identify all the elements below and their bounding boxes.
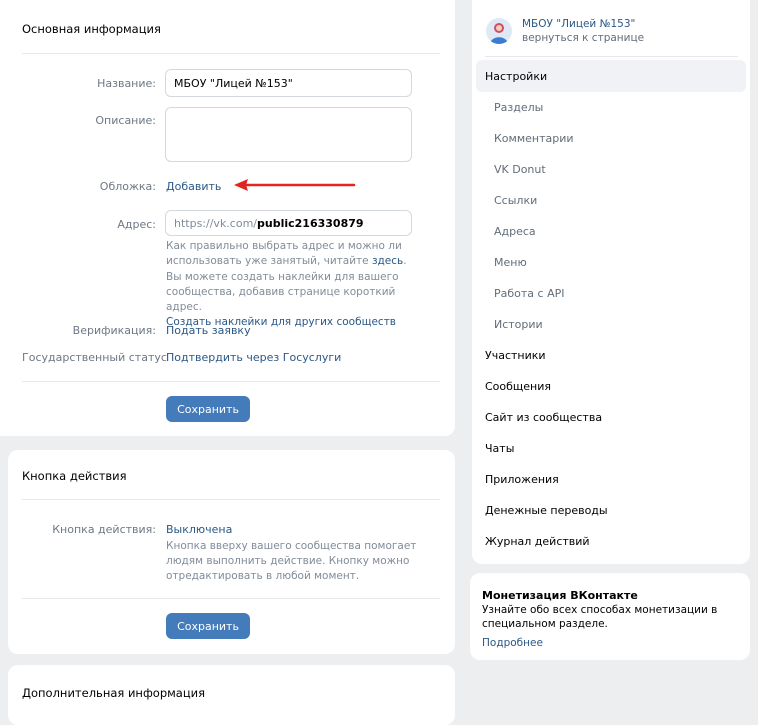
stickers-hint-text: Вы можете создать наклейки для вашего со… [166, 271, 399, 313]
address-input[interactable]: https://vk.com/public216330879 [165, 210, 412, 236]
save-action-button[interactable]: Сохранить [166, 613, 250, 639]
nav-subitem-stories[interactable]: Истории [494, 318, 543, 331]
nav-subitem-vk-donut[interactable]: VK Donut [494, 163, 546, 176]
nav-subitem-comments[interactable]: Комментарии [494, 132, 574, 145]
avatar[interactable] [486, 18, 512, 44]
name-label: Название: [97, 77, 156, 90]
cover-label: Обложка: [99, 180, 156, 193]
verification-link[interactable]: Подать заявку [166, 324, 251, 337]
action-button-title: Кнопка действия [22, 469, 127, 483]
name-input[interactable]: МБОУ "Лицей №153" [165, 69, 412, 97]
address-prefix: https://vk.com/ [174, 216, 258, 230]
stickers-hint: Вы можете создать наклейки для вашего со… [166, 270, 424, 330]
address-label: Адрес: [117, 218, 156, 231]
name-input-value: МБОУ "Лицей №153" [174, 76, 293, 90]
action-button-toggle-link[interactable]: Выключена [166, 523, 232, 536]
main-info-title: Основная информация [22, 22, 161, 36]
divider [22, 598, 440, 599]
address-hint: Как правильно выбрать адрес и можно ли и… [166, 240, 407, 267]
monetization-title: Монетизация ВКонтакте [482, 589, 638, 602]
divider [485, 56, 738, 57]
nav-subitem-sections[interactable]: Разделы [494, 101, 543, 114]
gov-status-label: Государственный статус [22, 351, 167, 364]
verification-label: Верификация: [72, 324, 156, 337]
nav-item-apps[interactable]: Приложения [485, 473, 559, 486]
monetization-more-link[interactable]: Подробнее [482, 637, 543, 649]
nav-item-members[interactable]: Участники [485, 349, 546, 362]
divider [22, 53, 440, 54]
nav-subitem-menu[interactable]: Меню [494, 256, 527, 269]
divider [22, 499, 440, 500]
divider [22, 381, 440, 382]
action-button-hint: Кнопка вверху вашего сообщества помогает… [166, 540, 417, 582]
back-to-page-link[interactable]: вернуться к странице [522, 32, 644, 44]
nav-item-action-log[interactable]: Журнал действий [485, 535, 590, 548]
nav-item-site[interactable]: Сайт из сообщества [485, 411, 602, 424]
nav-subitem-addresses[interactable]: Адреса [494, 225, 536, 238]
nav-subitem-api[interactable]: Работа с API [494, 287, 564, 300]
address-value: public216330879 [257, 216, 364, 230]
nav-item-messages[interactable]: Сообщения [485, 380, 551, 393]
add-cover-link[interactable]: Добавить [166, 180, 221, 193]
gosuslugi-link[interactable]: Подтвердить через Госуслуги [166, 351, 341, 364]
description-textarea[interactable] [165, 107, 412, 162]
nav-subitem-links[interactable]: Ссылки [494, 194, 537, 207]
monetization-text: Узнайте обо всех способах монетизации в … [482, 604, 718, 630]
action-button-label: Кнопка действия: [52, 523, 156, 536]
annotation-arrow-icon [234, 179, 356, 191]
here-link[interactable]: здесь [372, 255, 403, 267]
address-hint-text: Как правильно выбрать адрес и можно ли и… [166, 240, 402, 267]
group-avatar-icon [490, 23, 508, 44]
nav-item-settings[interactable]: Настройки [485, 70, 547, 83]
nav-item-chats[interactable]: Чаты [485, 442, 514, 455]
description-label: Описание: [95, 114, 156, 127]
nav-item-money-transfers[interactable]: Денежные переводы [485, 504, 608, 517]
save-main-button[interactable]: Сохранить [166, 396, 250, 422]
group-name-link[interactable]: МБОУ "Лицей №153" [522, 18, 635, 30]
